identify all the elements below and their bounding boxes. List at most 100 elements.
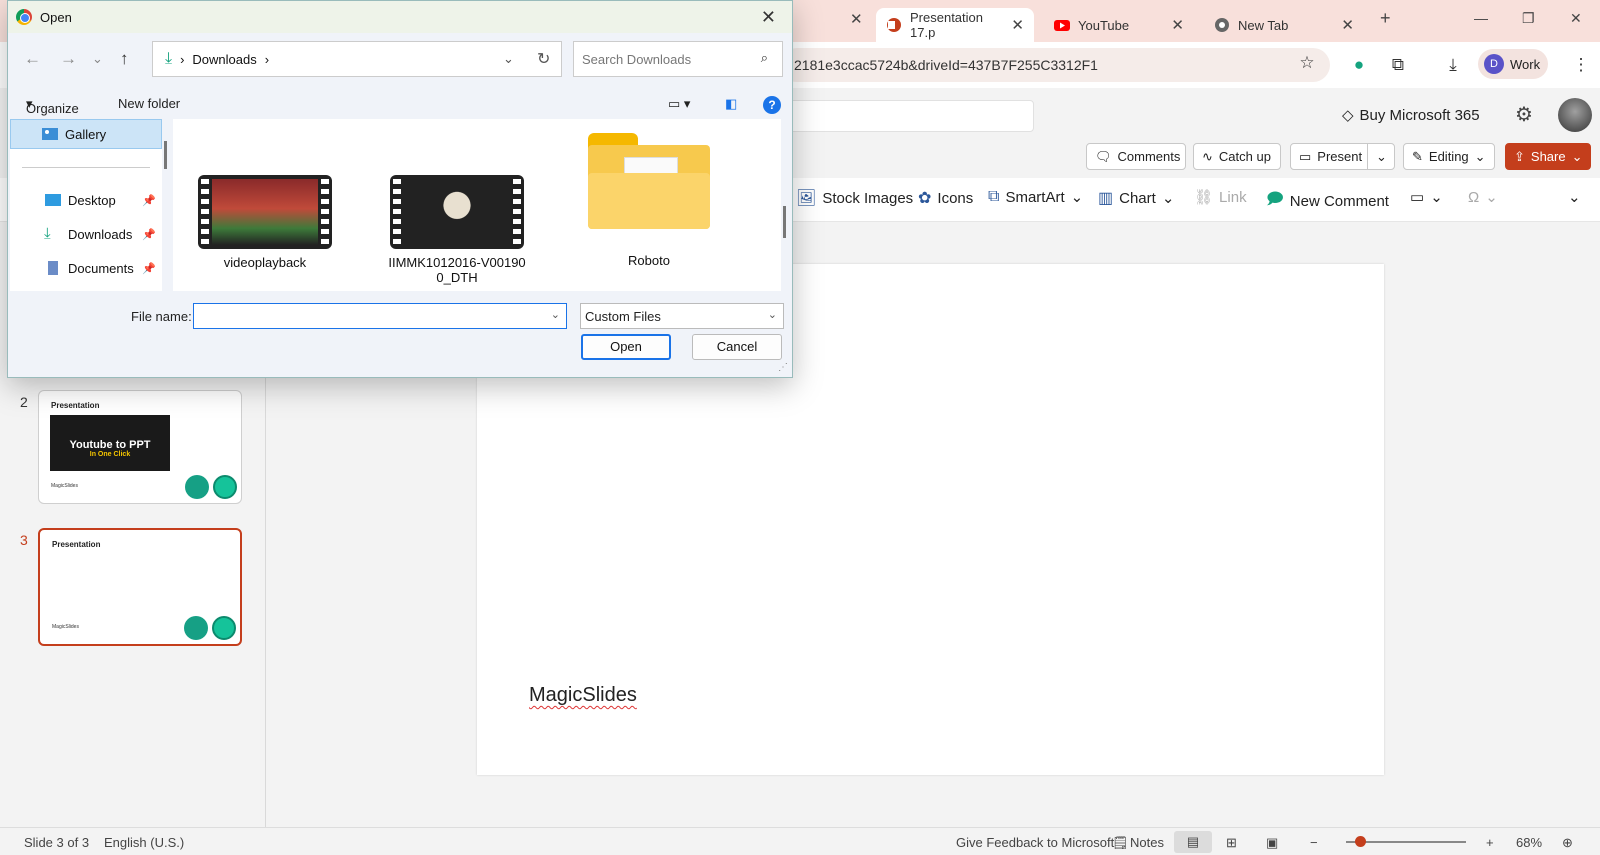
path-history-chevron-icon[interactable]: ⌄ xyxy=(503,51,514,67)
download-icon[interactable]: ⤓ xyxy=(1442,54,1464,76)
zoom-out-icon[interactable]: − xyxy=(1310,835,1318,850)
organize-button[interactable]: Organize ▾ xyxy=(26,96,79,116)
link-button[interactable]: ⛓ Link xyxy=(1194,188,1247,207)
nav-label: Downloads xyxy=(68,226,133,242)
comments-label: Comments xyxy=(1117,149,1181,164)
address-bar[interactable]: 2181e3ccac5724b&driveId=437B7F255C3312F1 xyxy=(780,48,1330,82)
new-comment-button[interactable]: 🗩 New Comment xyxy=(1266,188,1389,215)
url-text: 2181e3ccac5724b&driveId=437B7F255C3312F1 xyxy=(794,57,1098,73)
tab-close-icon[interactable]: ✕ xyxy=(850,10,863,28)
user-avatar[interactable] xyxy=(1558,98,1592,132)
up-arrow-icon[interactable]: ↑ xyxy=(120,49,129,69)
comments-button[interactable]: 🗨 Comments xyxy=(1086,143,1186,170)
editing-mode-button[interactable]: ✎ Editing ⌄ xyxy=(1403,143,1495,170)
file-pane-scrollbar[interactable] xyxy=(783,206,786,238)
feedback-link[interactable]: Give Feedback to Microsoft xyxy=(956,835,1114,850)
share-icon: ⇪ xyxy=(1514,148,1525,164)
symbol-button[interactable]: Ω ⌄ xyxy=(1468,188,1498,207)
notes-button[interactable]: Notes xyxy=(1130,835,1164,850)
filename-input[interactable]: ⌄ xyxy=(193,303,567,329)
catch-up-button[interactable]: ∿ Catch up xyxy=(1193,143,1281,170)
zoom-slider-thumb[interactable] xyxy=(1355,836,1366,847)
window-close-icon[interactable]: ✕ xyxy=(1570,10,1582,27)
tab-presentation[interactable]: Presentation 17.p ✕ xyxy=(876,8,1034,42)
new-folder-button[interactable]: New folder xyxy=(118,96,180,111)
fit-slide-icon[interactable]: ⊕ xyxy=(1562,835,1573,851)
share-button[interactable]: ⇪ Share ⌄ xyxy=(1505,143,1591,170)
more-menu-icon[interactable]: ⋮ xyxy=(1570,54,1592,76)
buy-microsoft-365-link[interactable]: ◇ Buy Microsoft 365 xyxy=(1342,106,1480,125)
resize-grip-icon[interactable]: ⋰ xyxy=(778,362,788,373)
dialog-close-icon[interactable]: ✕ xyxy=(761,7,776,28)
path-segment[interactable]: Downloads xyxy=(192,52,256,67)
language-indicator[interactable]: English (U.S.) xyxy=(104,835,184,850)
chevron-down-icon: ⌄ xyxy=(1474,148,1486,164)
filetype-select[interactable]: Custom Files ⌄ xyxy=(580,303,784,329)
bookmark-star-icon[interactable]: ☆ xyxy=(1296,52,1318,74)
header-footer-button[interactable]: ▭ ⌄ xyxy=(1410,188,1443,206)
slide-thumbnail-3[interactable]: Presentation MagicSlides xyxy=(38,528,242,646)
view-options-icon[interactable]: ▭ ▾ xyxy=(668,96,690,112)
file-item-video[interactable]: IIMMK1012016-V001900_DTH xyxy=(387,129,527,285)
slide-number: 3 xyxy=(20,532,28,548)
present-dropdown[interactable]: ⌄ xyxy=(1367,143,1395,170)
cancel-button[interactable]: Cancel xyxy=(692,334,782,360)
thumb-title: Presentation xyxy=(52,540,101,549)
forward-arrow-icon[interactable]: → xyxy=(60,49,77,69)
minimize-icon[interactable]: — xyxy=(1474,10,1488,26)
reading-view-icon[interactable]: ▣ xyxy=(1266,835,1278,851)
close-icon[interactable]: ✕ xyxy=(1011,16,1024,34)
profile-button[interactable]: D Work xyxy=(1478,49,1548,79)
new-tab-button[interactable]: + xyxy=(1380,8,1391,29)
nav-item-desktop[interactable]: Desktop 📌 xyxy=(10,185,162,215)
video-frame xyxy=(212,179,318,245)
close-icon[interactable]: ✕ xyxy=(1171,16,1184,34)
folder-item[interactable]: Roboto xyxy=(579,129,719,268)
slide-footer-text[interactable]: MagicSlides xyxy=(529,684,637,707)
nav-label: Gallery xyxy=(65,126,107,142)
refresh-icon[interactable]: ↻ xyxy=(537,49,550,69)
zoom-level[interactable]: 68% xyxy=(1516,835,1542,850)
slide-sorter-icon[interactable]: ⊞ xyxy=(1226,835,1237,851)
video-thumbnail xyxy=(198,175,332,249)
ribbon-expand-button[interactable]: ⌄ xyxy=(1568,188,1581,206)
zoom-in-icon[interactable]: + xyxy=(1486,835,1494,850)
comment-icon: 🗨 xyxy=(1095,148,1112,164)
help-icon[interactable]: ? xyxy=(763,96,781,114)
grammarly-icon xyxy=(213,475,237,499)
file-name: videoplayback xyxy=(223,255,307,270)
grammarly-icon[interactable]: ● xyxy=(1348,54,1370,76)
stock-images-button[interactable]: 🖼 Stock Images xyxy=(796,188,913,208)
nav-item-downloads[interactable]: ⤓ Downloads 📌 xyxy=(10,219,162,249)
nav-item-documents[interactable]: Documents 📌 xyxy=(10,253,162,283)
address-path-box[interactable]: ⤓ › Downloads › ⌄ ↻ xyxy=(152,41,562,77)
dialog-nav-row: ← → ⌄ ↑ ⤓ › Downloads › ⌄ ↻ Search Downl… xyxy=(8,41,792,79)
icons-button[interactable]: ✿ Icons xyxy=(918,188,973,208)
chevron-down-icon[interactable]: ⌄ xyxy=(551,308,560,321)
ppt-search-box[interactable] xyxy=(780,100,1034,132)
chart-button[interactable]: ▥ Chart ⌄ xyxy=(1098,188,1174,208)
assistant-icon xyxy=(184,616,208,640)
restore-icon[interactable]: ❐ xyxy=(1522,10,1535,27)
tab-youtube[interactable]: YouTube ✕ xyxy=(1044,8,1194,42)
slide-thumbnail-2[interactable]: Presentation Youtube to PPT In One Click… xyxy=(38,390,242,504)
back-arrow-icon[interactable]: ← xyxy=(24,49,41,69)
chevron-down-icon: ⌄ xyxy=(1485,189,1498,206)
open-button[interactable]: Open xyxy=(581,334,671,360)
close-icon[interactable]: ✕ xyxy=(1341,16,1354,34)
file-item-video[interactable]: videoplayback xyxy=(195,129,335,270)
preview-pane-icon[interactable]: ◧ xyxy=(725,96,737,112)
normal-view-icon[interactable]: ▤ xyxy=(1174,831,1212,853)
dialog-search-box[interactable]: Search Downloads ⌕ xyxy=(573,41,783,77)
present-button[interactable]: ▭ Present xyxy=(1290,143,1368,170)
extensions-icon[interactable]: ⧉ xyxy=(1387,54,1409,76)
recent-locations-icon[interactable]: ⌄ xyxy=(92,51,103,67)
image-search-icon: 🖼 xyxy=(796,190,817,207)
search-placeholder: Search Downloads xyxy=(582,51,692,67)
settings-gear-icon[interactable]: ⚙ xyxy=(1515,102,1533,127)
nav-pane-scrollbar[interactable] xyxy=(164,141,167,169)
nav-item-gallery[interactable]: Gallery xyxy=(10,119,162,149)
smartart-button[interactable]: ⧉ SmartArt ⌄ xyxy=(988,188,1083,206)
tab-new-tab[interactable]: New Tab ✕ xyxy=(1204,8,1364,42)
notes-icon[interactable]: 🗒 xyxy=(1112,835,1129,851)
